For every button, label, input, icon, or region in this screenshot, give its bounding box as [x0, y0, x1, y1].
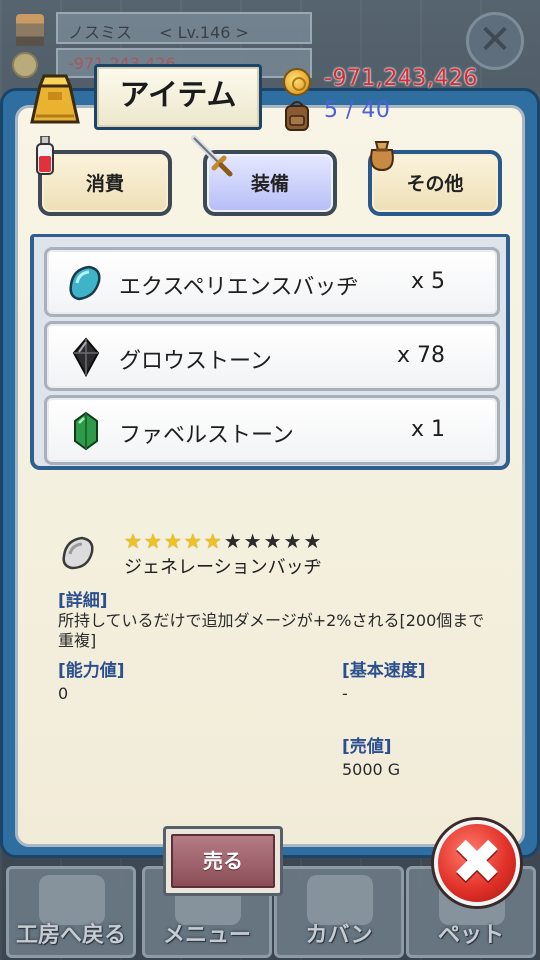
nav-label: メニュー [162, 923, 251, 948]
star-empty-icon: ★ [243, 529, 262, 553]
rarity-stars: ★ ★ ★ ★ ★ ★ ★ ★ ★ ★ [124, 531, 321, 551]
item-quantity: x 5 [410, 269, 445, 294]
pouch-icon [364, 136, 400, 176]
player-name-box: ノスミス < Lv.146 > [56, 12, 312, 44]
item-panel-inner [15, 105, 525, 847]
page-title-text: アイテム [119, 78, 237, 113]
nav-back-to-workshop: 工房へ戻る [6, 866, 136, 958]
star-filled-icon: ★ [203, 529, 222, 553]
tab-label: 装備 [250, 173, 289, 195]
player-status-bar: ノスミス < Lv.146 > [10, 10, 312, 48]
item-quantity: x 78 [396, 343, 445, 368]
item-bag-icon [26, 72, 84, 126]
nav-label: ペット [437, 923, 504, 948]
sell-button[interactable]: 売る [163, 826, 283, 896]
speed-label: [基本速度] [342, 661, 426, 681]
speed-value: - [342, 684, 348, 703]
badge-icon [58, 534, 98, 572]
item-name: ファベルストーン [119, 423, 294, 448]
sword-icon [190, 134, 236, 184]
nav-label: 工房へ戻る [15, 923, 126, 948]
player-name: ノスミス [68, 23, 133, 42]
star-filled-icon: ★ [143, 529, 162, 553]
gold-coin-icon [283, 68, 311, 96]
green-crystal-icon [67, 411, 105, 451]
blue-gem-icon [67, 263, 105, 303]
black-crystal-icon [67, 337, 105, 378]
star-empty-icon: ★ [263, 529, 282, 553]
nav-label: カバン [305, 923, 373, 948]
item-list: エクスペリエンスバッヂ x 5 グロウストーン x 78 ファベルストーン x … [30, 234, 510, 470]
detail-label: [詳細] [58, 591, 108, 611]
backpack-icon [280, 98, 314, 132]
star-empty-icon: ★ [283, 529, 302, 553]
detail-item-name: ジェネレーションバッヂ [124, 557, 322, 578]
list-item[interactable]: ファベルストーン x 1 [44, 395, 500, 465]
detail-text: 所持しているだけで追加ダメージが+2%される[200個まで重複] [58, 611, 485, 650]
star-filled-icon: ★ [183, 529, 202, 553]
price-value: 5000 G [342, 760, 401, 779]
tab-label: 消費 [85, 173, 124, 195]
star-empty-icon: ★ [303, 529, 322, 553]
player-avatar [16, 14, 44, 46]
list-item[interactable]: グロウストーン x 78 [44, 321, 500, 391]
player-level: < Lv.146 > [159, 23, 249, 42]
star-filled-icon: ★ [124, 529, 142, 553]
star-filled-icon: ★ [163, 529, 182, 553]
page-title: アイテム [94, 64, 262, 130]
sell-button-label: 売る [171, 834, 275, 888]
bg-close-icon: ✕ [466, 12, 524, 70]
price-label: [売値] [342, 737, 392, 757]
close-button[interactable]: ✖ [434, 820, 520, 906]
tab-label: その他 [406, 173, 464, 195]
item-quantity: x 1 [410, 417, 445, 442]
inventory-capacity: 5 / 40 [324, 98, 391, 123]
item-name: エクスペリエンスバッヂ [119, 275, 359, 300]
ability-label: [能力値] [58, 661, 125, 681]
item-name: グロウストーン [119, 349, 272, 374]
star-empty-icon: ★ [223, 529, 242, 553]
list-item[interactable]: エクスペリエンスバッヂ x 5 [44, 247, 500, 317]
nav-bag: カバン [274, 866, 404, 958]
money-value: -971,243,426 [324, 66, 478, 91]
tab-consumables[interactable]: 消費 [38, 150, 172, 216]
potion-icon [34, 135, 56, 180]
close-icon: ✖ [451, 825, 503, 898]
ability-value: 0 [58, 684, 69, 703]
